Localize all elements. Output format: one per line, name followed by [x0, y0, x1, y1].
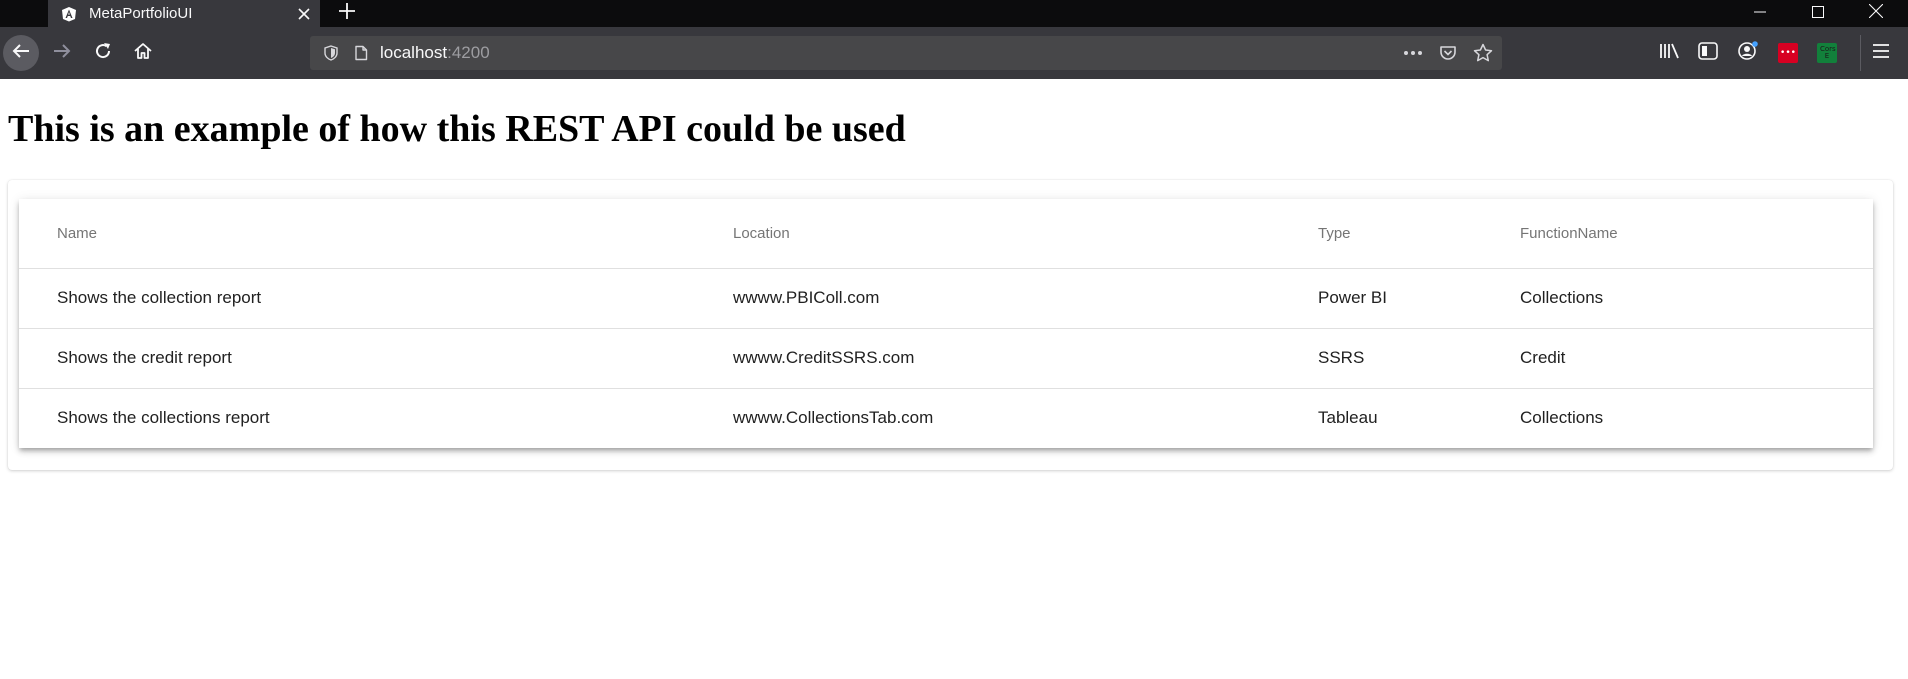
plus-icon — [338, 2, 356, 25]
shield-icon[interactable] — [316, 36, 346, 70]
cell-type: Tableau — [1318, 408, 1378, 428]
minimize-icon — [1754, 5, 1766, 23]
back-arrow-icon — [11, 41, 31, 66]
column-header-name: Name — [19, 199, 733, 269]
cell-name: Shows the collection report — [19, 268, 733, 329]
cell-type: Power BI — [1318, 268, 1520, 329]
more-dots-icon[interactable] — [1395, 36, 1430, 70]
cors-extension-button[interactable]: Cors E — [1809, 35, 1845, 71]
table-row: Shows the collection report wwww.PBIColl… — [19, 268, 1873, 329]
url-port: :4200 — [447, 43, 490, 62]
extension-red-icon: ••• — [1778, 43, 1798, 63]
data-table: Name Location Type FunctionName Shows th… — [19, 199, 1873, 448]
table-header-row: Name Location Type FunctionName — [19, 199, 1873, 269]
home-icon — [133, 41, 153, 66]
tab-strip: MetaPortfolioUI — [0, 0, 1908, 27]
url-text[interactable]: localhost:4200 — [380, 43, 1395, 63]
hamburger-menu-icon — [1873, 43, 1889, 63]
table-row: Shows the collections report wwww.Collec… — [19, 388, 1873, 448]
cell-name: Shows the collections report — [57, 408, 270, 428]
url-bar[interactable]: localhost:4200 — [310, 36, 1502, 70]
navigation-toolbar: localhost:4200 ••• Cors E — [0, 27, 1908, 79]
new-tab-button[interactable] — [332, 0, 362, 27]
cell-name: Shows the credit report — [19, 328, 733, 389]
cell-functionname: Collections — [1520, 268, 1873, 329]
home-button[interactable] — [125, 35, 161, 71]
reload-button[interactable] — [85, 35, 121, 71]
column-header-type: Type — [1318, 199, 1520, 269]
pocket-icon[interactable] — [1430, 36, 1465, 70]
extension-red-button[interactable]: ••• — [1770, 35, 1806, 71]
forward-arrow-icon — [52, 41, 72, 66]
library-icon — [1659, 42, 1681, 65]
reload-icon — [93, 41, 113, 66]
table-row: Shows the credit report wwww.CreditSSRS.… — [19, 328, 1873, 389]
close-icon[interactable] — [292, 2, 316, 26]
cell-functionname: Credit — [1520, 328, 1873, 389]
page-content: This is an example of how this REST API … — [0, 79, 1908, 679]
maximize-icon — [1812, 5, 1824, 23]
url-host: localhost — [380, 43, 448, 62]
menu-button[interactable] — [1860, 35, 1901, 71]
cell-type: SSRS — [1318, 328, 1520, 389]
angular-a-icon — [60, 5, 78, 23]
tab-title: MetaPortfolioUI — [89, 5, 193, 22]
window-close-icon — [1868, 3, 1884, 23]
table-card: Name Location Type FunctionName Shows th… — [19, 199, 1873, 448]
maximize-button[interactable] — [1790, 0, 1846, 27]
extension-red-label: ••• — [1780, 48, 1796, 58]
cors-extension-icon: Cors E — [1817, 43, 1837, 63]
account-icon — [1737, 40, 1759, 67]
forward-button[interactable] — [44, 35, 80, 71]
window-close-button[interactable] — [1848, 0, 1904, 27]
page-icon[interactable] — [346, 36, 376, 70]
cell-functionname: Collections — [1520, 408, 1604, 428]
cell-location: wwww.CollectionsTab.com — [733, 408, 934, 428]
browser-tab[interactable]: MetaPortfolioUI — [48, 0, 320, 27]
back-button[interactable] — [3, 35, 39, 71]
sidebar-icon — [1698, 41, 1718, 65]
account-button[interactable] — [1730, 35, 1766, 71]
star-icon[interactable] — [1465, 36, 1500, 70]
cors-extension-label: Cors E — [1820, 45, 1836, 60]
minimize-button[interactable] — [1732, 0, 1788, 27]
cell-location: wwww.CreditSSRS.com — [733, 328, 1318, 389]
column-header-location: Location — [733, 199, 1318, 269]
cell-location: wwww.PBIColl.com — [733, 268, 1318, 329]
library-button[interactable] — [1652, 35, 1688, 71]
page-title: This is an example of how this REST API … — [8, 108, 906, 150]
column-header-functionname: FunctionName — [1520, 199, 1873, 269]
sidebar-button[interactable] — [1690, 35, 1726, 71]
